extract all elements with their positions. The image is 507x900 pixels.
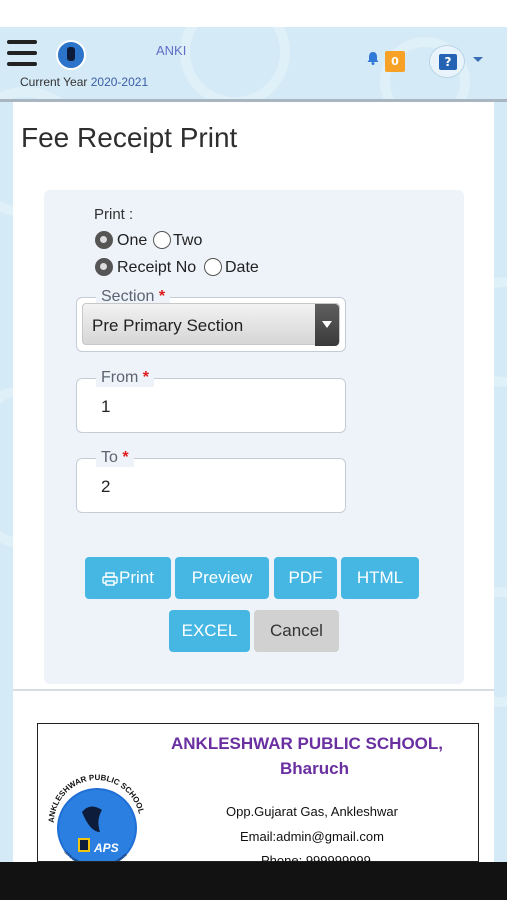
pdf-button[interactable]: PDF (274, 557, 337, 599)
logo-initials: APS (93, 841, 119, 855)
section-select[interactable]: Pre Primary Section (82, 303, 340, 346)
help-button[interactable]: ? (429, 45, 465, 78)
current-year-label: Current Year (20, 75, 88, 89)
chevron-down-icon[interactable] (315, 304, 339, 346)
print-button-label: Print (119, 568, 154, 587)
print-label: Print : (94, 206, 134, 223)
print-button[interactable]: Print (85, 557, 171, 599)
radio-two[interactable] (153, 231, 171, 249)
chevron-down-icon[interactable] (473, 57, 483, 62)
required-mark: * (122, 449, 129, 466)
app-name: ANKI (156, 43, 187, 58)
html-button[interactable]: HTML (341, 557, 419, 599)
radio-one[interactable] (95, 231, 113, 249)
section-divider (13, 689, 494, 691)
current-year-value: 2020-2021 (90, 75, 149, 89)
notification-badge[interactable]: 0 (385, 51, 405, 72)
from-input-value[interactable]: 1 (101, 397, 110, 417)
school-logo-small[interactable] (56, 40, 86, 70)
preview-button[interactable]: Preview (175, 557, 269, 599)
radio-receipt-no[interactable] (95, 258, 113, 276)
section-select-value: Pre Primary Section (92, 316, 244, 335)
printer-icon (102, 571, 118, 586)
radio-date[interactable] (204, 258, 222, 276)
school-city: Bharuch (280, 759, 349, 778)
help-icon: ? (439, 54, 457, 70)
school-name: ANKLESHWAR PUBLIC SCHOOL, (171, 734, 443, 753)
from-label: From * (96, 369, 155, 387)
radio-receipt-no-label[interactable]: Receipt No (117, 259, 196, 277)
school-email: Email:admin@gmail.com (240, 829, 384, 844)
to-label: To * (96, 449, 134, 467)
required-mark: * (142, 369, 150, 386)
to-input-value[interactable]: 2 (101, 477, 110, 497)
radio-one-label[interactable]: One (117, 232, 147, 250)
radio-date-label[interactable]: Date (225, 259, 259, 277)
current-year: Current Year 2020-2021 (20, 75, 148, 89)
system-bottom-bar (0, 862, 507, 900)
excel-button[interactable]: EXCEL (169, 610, 250, 652)
cancel-button[interactable]: Cancel (254, 610, 339, 652)
school-logo: ANKLESHWAR PUBLIC SCHOOL APS LET'S GROW … (47, 773, 146, 861)
school-address: Opp.Gujarat Gas, Ankleshwar (226, 804, 398, 819)
hamburger-icon[interactable] (7, 40, 37, 66)
page-title: Fee Receipt Print (21, 122, 238, 153)
bell-icon[interactable] (366, 51, 380, 65)
radio-two-label[interactable]: Two (173, 232, 202, 250)
